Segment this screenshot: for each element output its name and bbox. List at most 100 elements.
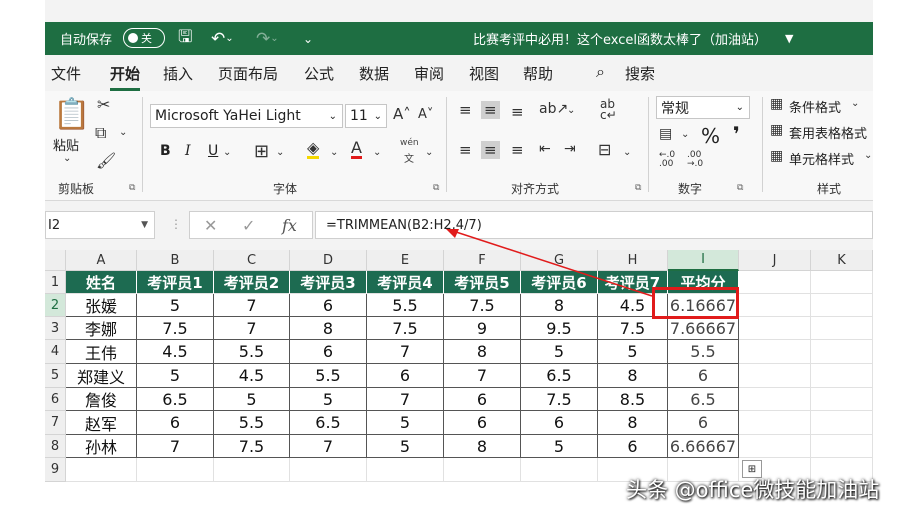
score-cell[interactable]: 8 <box>444 340 521 364</box>
align-middle-icon[interactable]: ≡ <box>481 101 500 119</box>
empty-cell[interactable] <box>739 340 811 364</box>
average-cell[interactable]: 7.66667 <box>668 317 739 340</box>
column-header-d[interactable]: D <box>290 250 367 271</box>
merge-center-icon[interactable]: ⊟ <box>598 140 611 159</box>
name-cell[interactable]: 王伟 <box>66 340 137 364</box>
row-header-9[interactable]: 9 <box>45 458 66 482</box>
decrease-decimal-icon[interactable]: .00 →.0 <box>687 151 703 169</box>
score-cell[interactable]: 6 <box>367 364 444 388</box>
font-name-select[interactable]: Microsoft YaHei Light ⌄ <box>150 104 343 128</box>
align-right-icon[interactable]: ≡ <box>511 141 524 159</box>
row-header-5[interactable]: 5 <box>45 364 66 388</box>
average-cell[interactable]: 6 <box>668 364 739 388</box>
score-cell[interactable]: 5.5 <box>214 340 290 364</box>
score-cell[interactable]: 5 <box>290 388 367 411</box>
score-cell[interactable]: 7.5 <box>214 435 290 458</box>
name-box[interactable]: I2 ▼ <box>45 211 155 239</box>
row-header-4[interactable]: 4 <box>45 340 66 364</box>
table-header-cell[interactable]: 考评员1 <box>137 271 214 294</box>
name-cell[interactable]: 孙林 <box>66 435 137 458</box>
fill-color-icon[interactable]: ◈ <box>307 140 320 159</box>
name-cell[interactable]: 郑建义 <box>66 364 137 388</box>
cell-styles-button[interactable]: 单元格样式 <box>789 149 854 168</box>
score-cell[interactable]: 7.5 <box>521 388 598 411</box>
score-cell[interactable]: 5.5 <box>290 364 367 388</box>
empty-cell[interactable] <box>811 271 873 294</box>
empty-cell[interactable] <box>811 317 873 340</box>
wrap-text-icon[interactable]: ab c↵ <box>600 98 617 121</box>
cell-styles-dropdown-icon[interactable]: ⌄ <box>864 150 872 161</box>
name-cell[interactable]: 李娜 <box>66 317 137 340</box>
accounting-dropdown-icon[interactable]: ⌄ <box>681 129 689 140</box>
name-cell[interactable]: 詹俊 <box>66 388 137 411</box>
score-cell[interactable]: 7.5 <box>598 317 668 340</box>
column-header-g[interactable]: G <box>521 250 598 271</box>
phonetic-dropdown-icon[interactable]: ⌄ <box>425 147 433 158</box>
score-cell[interactable]: 5 <box>367 411 444 435</box>
score-cell[interactable]: 7.5 <box>444 294 521 317</box>
align-left-icon[interactable]: ≡ <box>459 141 472 159</box>
increase-indent-icon[interactable]: ⇥ <box>564 141 576 157</box>
row-header-1[interactable]: 1 <box>45 271 66 294</box>
tab-page-layout[interactable]: 页面布局 <box>218 63 278 84</box>
tab-review[interactable]: 审阅 <box>414 63 444 84</box>
row-header-8[interactable]: 8 <box>45 435 66 458</box>
name-cell[interactable]: 张媛 <box>66 294 137 317</box>
score-cell[interactable]: 5 <box>598 340 668 364</box>
font-size-select[interactable]: 11 ⌄ <box>345 104 387 128</box>
customize-icon[interactable]: ⌄ <box>303 22 313 55</box>
score-cell[interactable]: 5 <box>214 388 290 411</box>
column-header-j[interactable]: J <box>739 250 811 271</box>
insert-function-button[interactable]: fx <box>282 216 297 235</box>
score-cell[interactable]: 7 <box>214 317 290 340</box>
table-header-cell[interactable]: 考评员6 <box>521 271 598 294</box>
empty-cell[interactable] <box>739 364 811 388</box>
score-cell[interactable]: 6 <box>444 411 521 435</box>
empty-cell[interactable] <box>739 388 811 411</box>
score-cell[interactable]: 5 <box>137 294 214 317</box>
empty-cell[interactable] <box>290 458 367 482</box>
column-header-k[interactable]: K <box>811 250 873 271</box>
underline-button[interactable]: U <box>208 143 218 159</box>
row-header-3[interactable]: 3 <box>45 317 66 340</box>
score-cell[interactable]: 5.5 <box>214 411 290 435</box>
score-cell[interactable]: 6 <box>444 388 521 411</box>
format-as-table-button[interactable]: 套用表格格式 <box>789 123 867 142</box>
average-cell[interactable]: 6.66667 <box>668 435 739 458</box>
empty-cell[interactable] <box>739 271 811 294</box>
enter-icon[interactable]: ✓ <box>242 216 255 235</box>
tab-file[interactable]: 文件 <box>51 63 81 84</box>
empty-cell[interactable] <box>521 458 598 482</box>
score-cell[interactable]: 7.5 <box>367 317 444 340</box>
empty-cell[interactable] <box>811 411 873 435</box>
tab-help[interactable]: 帮助 <box>523 63 553 84</box>
score-cell[interactable]: 7 <box>290 435 367 458</box>
score-cell[interactable]: 6.5 <box>137 388 214 411</box>
score-cell[interactable]: 9 <box>444 317 521 340</box>
merge-dropdown-icon[interactable]: ⌄ <box>623 147 631 158</box>
average-cell[interactable]: 6 <box>668 411 739 435</box>
phonetic-guide-button[interactable]: wén <box>400 138 419 148</box>
average-cell[interactable]: 6.5 <box>668 388 739 411</box>
column-header-i[interactable]: I <box>668 250 739 271</box>
increase-decimal-icon[interactable]: ←.0.00 <box>659 151 675 169</box>
conditional-formatting-icon[interactable]: ▦ <box>770 96 783 112</box>
empty-cell[interactable] <box>811 435 873 458</box>
score-cell[interactable]: 7 <box>367 388 444 411</box>
title-dropdown-icon[interactable]: ▼ <box>785 22 793 55</box>
column-header-e[interactable]: E <box>367 250 444 271</box>
row-header-7[interactable]: 7 <box>45 411 66 435</box>
column-header-h[interactable]: H <box>598 250 668 271</box>
tab-data[interactable]: 数据 <box>359 63 389 84</box>
empty-cell[interactable] <box>739 317 811 340</box>
score-cell[interactable]: 7.5 <box>137 317 214 340</box>
accounting-format-icon[interactable]: ▤ <box>659 126 672 142</box>
score-cell[interactable]: 6 <box>598 435 668 458</box>
format-painter-icon[interactable]: 🖌 <box>96 151 116 170</box>
score-cell[interactable]: 6 <box>290 340 367 364</box>
paste-label[interactable]: 粘贴 <box>53 135 79 154</box>
score-cell[interactable]: 5 <box>521 435 598 458</box>
format-as-table-icon[interactable]: ▦ <box>770 122 783 138</box>
cell-styles-icon[interactable]: ▦ <box>770 148 783 164</box>
column-header-c[interactable]: C <box>214 250 290 271</box>
